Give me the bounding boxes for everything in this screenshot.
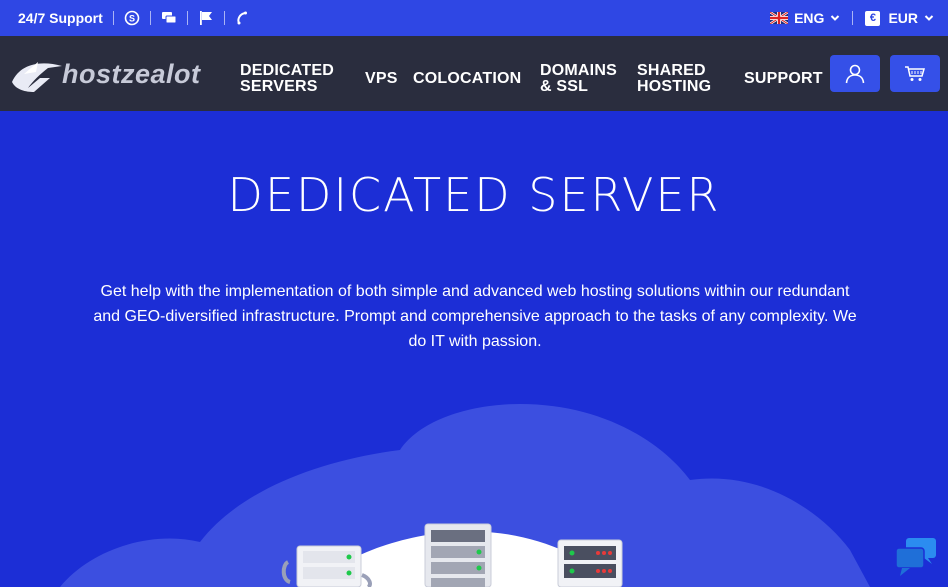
chevron-down-icon[interactable]	[830, 13, 840, 23]
logo-text: hostzealot	[62, 59, 201, 89]
logo[interactable]: hostzealot	[10, 54, 242, 94]
nav-label: SUPPORT	[744, 70, 823, 87]
user-icon	[845, 64, 865, 83]
hostzealot-logo-icon: hostzealot	[12, 59, 201, 92]
nav-vps[interactable]: VPS	[365, 71, 398, 87]
nav-label: DOMAINS	[540, 62, 617, 79]
nav-support[interactable]: SUPPORT	[744, 71, 823, 87]
nav-label: DEDICATED	[240, 62, 334, 79]
language-selector[interactable]: ENG	[794, 10, 824, 26]
top-bar: 24/7 Support S ENG € EUR	[0, 0, 948, 36]
nav-label: VPS	[365, 70, 398, 87]
server-left-icon	[281, 545, 372, 587]
skype-icon[interactable]: S	[124, 10, 140, 26]
topbar-right: ENG € EUR	[770, 0, 934, 36]
chat-icon[interactable]	[161, 10, 177, 26]
nav-domains-ssl[interactable]: DOMAINS & SSL	[540, 63, 617, 95]
divider	[852, 11, 854, 25]
nav-label: SHARED	[637, 62, 706, 79]
cart-button[interactable]	[890, 55, 940, 92]
nav-label: SERVERS	[240, 78, 318, 95]
svg-text:S: S	[129, 14, 135, 24]
chat-bubble-icon	[895, 538, 936, 576]
nav-colocation[interactable]: COLOCATION	[413, 71, 521, 87]
chevron-down-icon[interactable]	[924, 13, 934, 23]
nav-label: HOSTING	[637, 78, 712, 95]
nav-shared-hosting[interactable]: SHARED HOSTING	[637, 63, 711, 95]
server-illustration	[60, 404, 870, 587]
server-right-icon	[557, 539, 623, 587]
nav-dedicated-servers[interactable]: DEDICATED SERVERS	[240, 63, 334, 95]
nav-label: COLOCATION	[413, 70, 522, 87]
flag-icon[interactable]	[198, 10, 214, 26]
euro-icon: €	[865, 10, 881, 26]
hero-description: Get help with the implementation of both…	[93, 283, 857, 350]
cart-icon	[905, 65, 925, 81]
account-button[interactable]	[830, 55, 880, 92]
server-center-icon	[424, 523, 492, 587]
currency-selector[interactable]: EUR	[888, 10, 918, 26]
page-title: DEDICATED SERVER	[227, 168, 721, 222]
nav-label: & SSL	[540, 78, 589, 95]
divider	[186, 11, 188, 25]
main-nav: hostzealot DEDICATED SERVERS VPS COLOCAT…	[0, 36, 948, 111]
uk-flag-icon	[770, 12, 789, 24]
divider	[149, 11, 151, 25]
divider	[223, 11, 225, 25]
divider	[112, 11, 114, 25]
live-chat-button[interactable]	[894, 536, 938, 578]
topbar-left: 24/7 Support S	[0, 10, 251, 26]
support-label[interactable]: 24/7 Support	[18, 10, 103, 26]
phone-icon[interactable]	[235, 10, 251, 26]
